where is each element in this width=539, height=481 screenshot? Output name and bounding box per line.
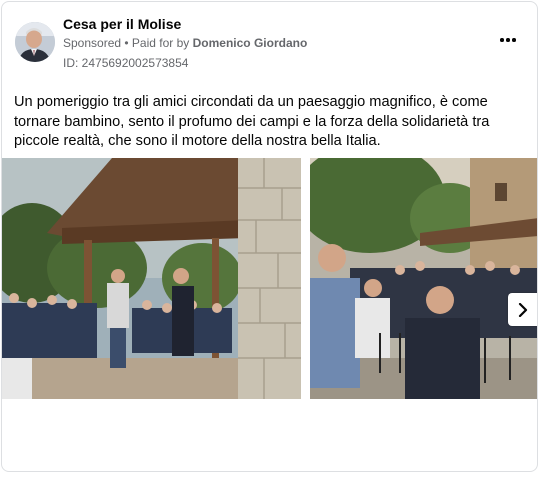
chevron-right-icon <box>518 302 528 317</box>
ad-card: Cesa per il Molise Sponsored • Paid for … <box>1 1 538 472</box>
carousel-next-button[interactable] <box>508 293 537 326</box>
post-photo-1[interactable] <box>2 158 301 399</box>
post-message: Un pomeriggio tra gli amici circondati d… <box>14 94 490 149</box>
sponsored-label: Sponsored <box>63 36 122 50</box>
more-options-button[interactable] <box>494 30 522 50</box>
more-dot <box>512 38 516 42</box>
post-photo-2[interactable] <box>310 158 537 399</box>
ad-id: ID: 2475692002573854 <box>63 56 189 70</box>
sponsored-meta: Sponsored • Paid for by Domenico Giordan… <box>63 36 307 50</box>
page-name[interactable]: Cesa per il Molise <box>63 16 181 32</box>
meta-separator: • <box>121 36 132 50</box>
more-dot <box>506 38 510 42</box>
more-horizontal-icon <box>500 38 504 42</box>
payer-name[interactable]: Domenico Giordano <box>193 36 308 50</box>
page-avatar[interactable] <box>15 22 55 62</box>
paid-by-label: Paid for by <box>131 36 193 50</box>
